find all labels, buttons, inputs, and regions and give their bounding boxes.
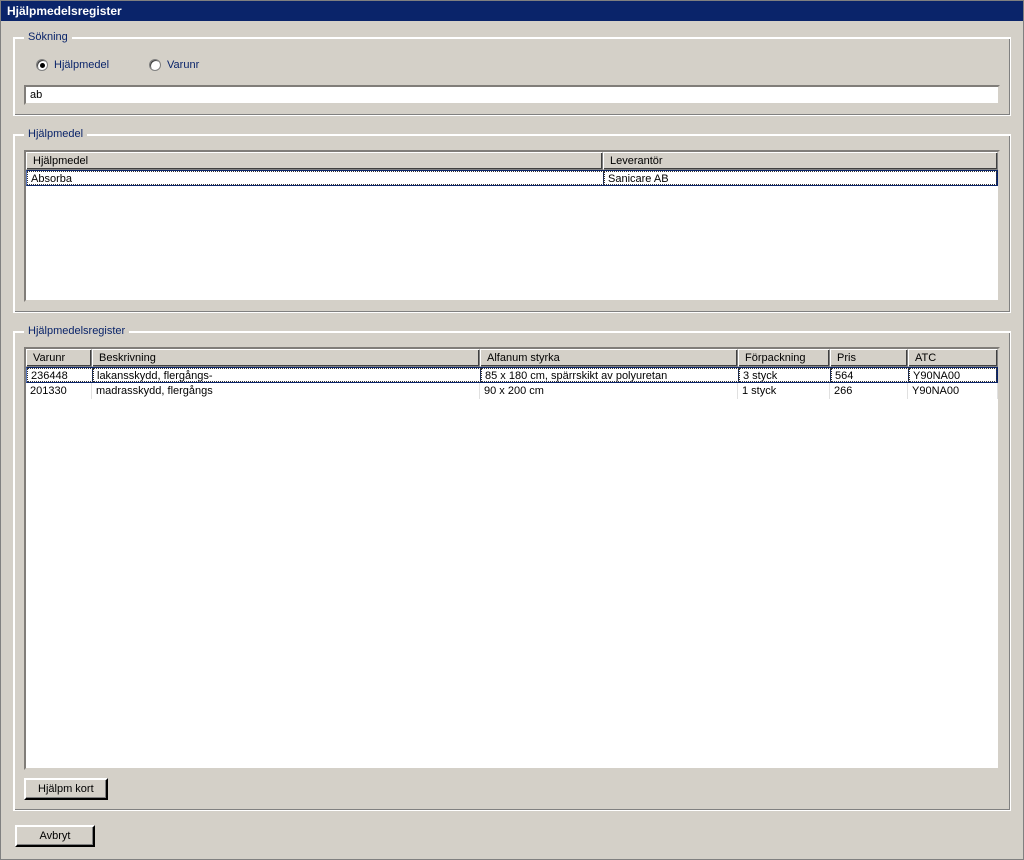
avbryt-button[interactable]: Avbryt (15, 825, 95, 847)
register-list-header: Varunr Beskrivning Alfanum styrka Förpac… (26, 349, 998, 367)
register-header-alfanum[interactable]: Alfanum styrka (480, 349, 738, 367)
cell-forpackning: 1 styck (738, 383, 830, 399)
radio-varunr[interactable]: Varunr (149, 59, 199, 71)
cell-beskrivning: lakansskydd, flergångs- (93, 368, 481, 382)
hjalpmedel-legend: Hjälpmedel (24, 128, 87, 140)
cell-varunr: 201330 (26, 383, 92, 399)
hjalpmedel-header-col1[interactable]: Hjälpmedel (26, 152, 603, 170)
hjalpmedel-list-header: Hjälpmedel Leverantör (26, 152, 998, 170)
cell-varunr: 236448 (27, 368, 93, 382)
window-content: Sökning Hjälpmedel Varunr Hjälpmedel Hjä… (1, 21, 1023, 859)
cell-atc: Y90NA00 (908, 383, 998, 399)
cell-pris: 564 (831, 368, 909, 382)
cell-forpackning: 3 styck (739, 368, 831, 382)
register-header-varunr[interactable]: Varunr (26, 349, 92, 367)
radio-varunr-label: Varunr (167, 59, 199, 71)
hjalpmedel-fieldset: Hjälpmedel Hjälpmedel Leverantör Absorba… (13, 128, 1011, 313)
cell-hjalpmedel: Absorba (27, 171, 604, 185)
register-legend: Hjälpmedelsregister (24, 325, 129, 337)
register-list-body: 236448 lakansskydd, flergångs- 85 x 180 … (26, 367, 998, 768)
register-button-row: Hjälpm kort (24, 778, 1000, 800)
cell-atc: Y90NA00 (909, 368, 997, 382)
register-header-atc[interactable]: ATC (908, 349, 998, 367)
window-title: Hjälpmedelsregister (7, 4, 122, 18)
register-header-beskrivning[interactable]: Beskrivning (92, 349, 480, 367)
hjalpmedel-list[interactable]: Hjälpmedel Leverantör Absorba Sanicare A… (24, 150, 1000, 302)
radio-icon (36, 59, 48, 71)
hjalpm-kort-button[interactable]: Hjälpm kort (24, 778, 108, 800)
cell-alfanum: 85 x 180 cm, spärrskikt av polyuretan (481, 368, 739, 382)
window-titlebar: Hjälpmedelsregister (1, 1, 1023, 21)
register-fieldset: Hjälpmedelsregister Varunr Beskrivning A… (13, 325, 1011, 811)
search-radio-row: Hjälpmedel Varunr (24, 53, 1000, 85)
search-fieldset: Sökning Hjälpmedel Varunr (13, 31, 1011, 116)
cell-pris: 266 (830, 383, 908, 399)
table-row[interactable]: 201330 madrasskydd, flergångs 90 x 200 c… (26, 383, 998, 399)
register-list[interactable]: Varunr Beskrivning Alfanum styrka Förpac… (24, 347, 1000, 770)
table-row[interactable]: 236448 lakansskydd, flergångs- 85 x 180 … (26, 367, 998, 383)
bottom-button-row: Avbryt (13, 823, 1011, 847)
cell-leverantor: Sanicare AB (604, 171, 997, 185)
radio-hjalpmedel[interactable]: Hjälpmedel (36, 59, 109, 71)
register-header-pris[interactable]: Pris (830, 349, 908, 367)
search-input[interactable] (24, 85, 1000, 105)
radio-icon (149, 59, 161, 71)
register-header-forpackning[interactable]: Förpackning (738, 349, 830, 367)
radio-hjalpmedel-label: Hjälpmedel (54, 59, 109, 71)
window: Hjälpmedelsregister Sökning Hjälpmedel V… (0, 0, 1024, 860)
cell-beskrivning: madrasskydd, flergångs (92, 383, 480, 399)
list-item[interactable]: Absorba Sanicare AB (26, 170, 998, 186)
cell-alfanum: 90 x 200 cm (480, 383, 738, 399)
hjalpmedel-header-col2[interactable]: Leverantör (603, 152, 998, 170)
search-legend: Sökning (24, 31, 72, 43)
hjalpmedel-list-body: Absorba Sanicare AB (26, 170, 998, 186)
